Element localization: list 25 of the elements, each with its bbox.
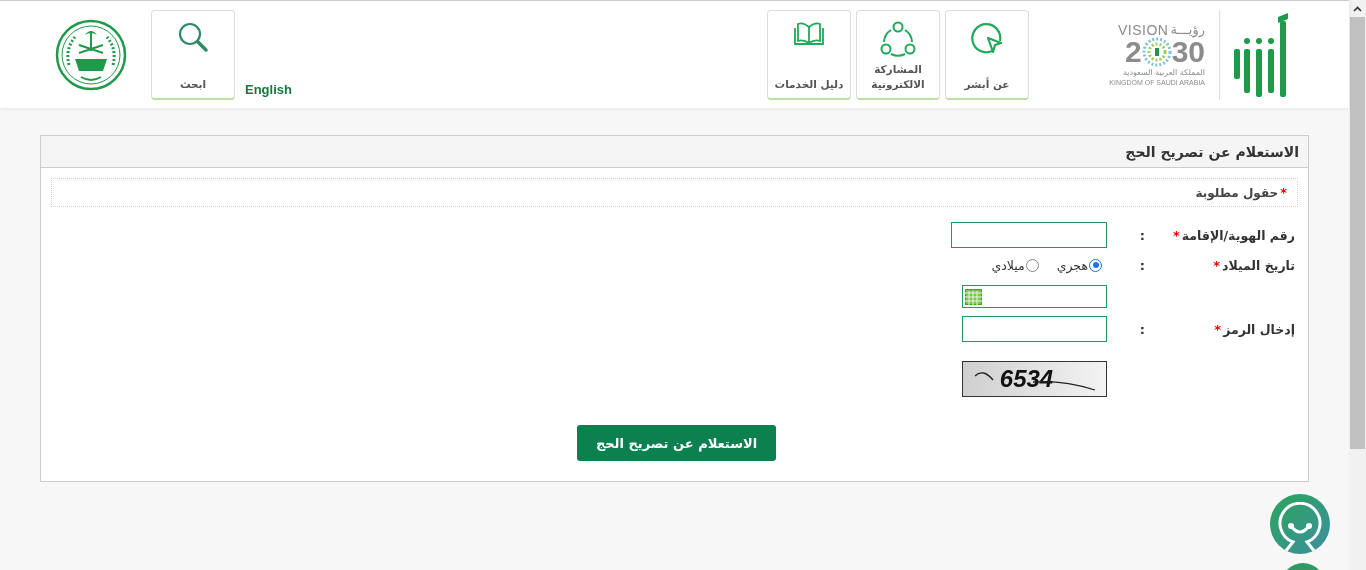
required-mark: * [1213, 257, 1220, 273]
label-colon: : [1139, 227, 1145, 243]
vision-number: 2 [1124, 35, 1142, 68]
required-mark: * [1214, 321, 1222, 337]
label-colon: : [1139, 321, 1145, 337]
field-label: تاريخ الميلاد [1222, 257, 1295, 273]
radio-label: ميلادي [991, 257, 1025, 273]
label-colon: : [1139, 257, 1145, 273]
field-label: إدخال الرمز [1223, 321, 1295, 337]
field-label: رقم الهوية/الإقامة [1181, 227, 1295, 243]
submit-button[interactable]: الاستعلام عن تصريح الحج [577, 425, 776, 461]
vision-word: VISION [1117, 21, 1169, 38]
nav-tile[interactable]: المشاركة الالكترونية [856, 9, 940, 100]
search-tile[interactable]: ابحث [151, 9, 235, 100]
panel-title: الاستعلام عن تصريح الحج [1125, 143, 1299, 160]
country-name-arabic: المملكة العربية السعودية [1122, 67, 1205, 78]
nav-tile[interactable]: عن أبشر [945, 9, 1029, 100]
radio-label: هجري [1056, 257, 1088, 273]
nav-tile[interactable]: دليل الخدمات [767, 9, 851, 100]
language-link[interactable]: English [245, 82, 292, 97]
required-note: حقول مطلوبة [1195, 185, 1279, 200]
required-mark: * [1172, 227, 1180, 243]
vision-word-arabic: رؤيـــة [1170, 22, 1205, 37]
required-mark: * [1280, 185, 1287, 200]
captcha-image: 6534 [962, 361, 1107, 397]
